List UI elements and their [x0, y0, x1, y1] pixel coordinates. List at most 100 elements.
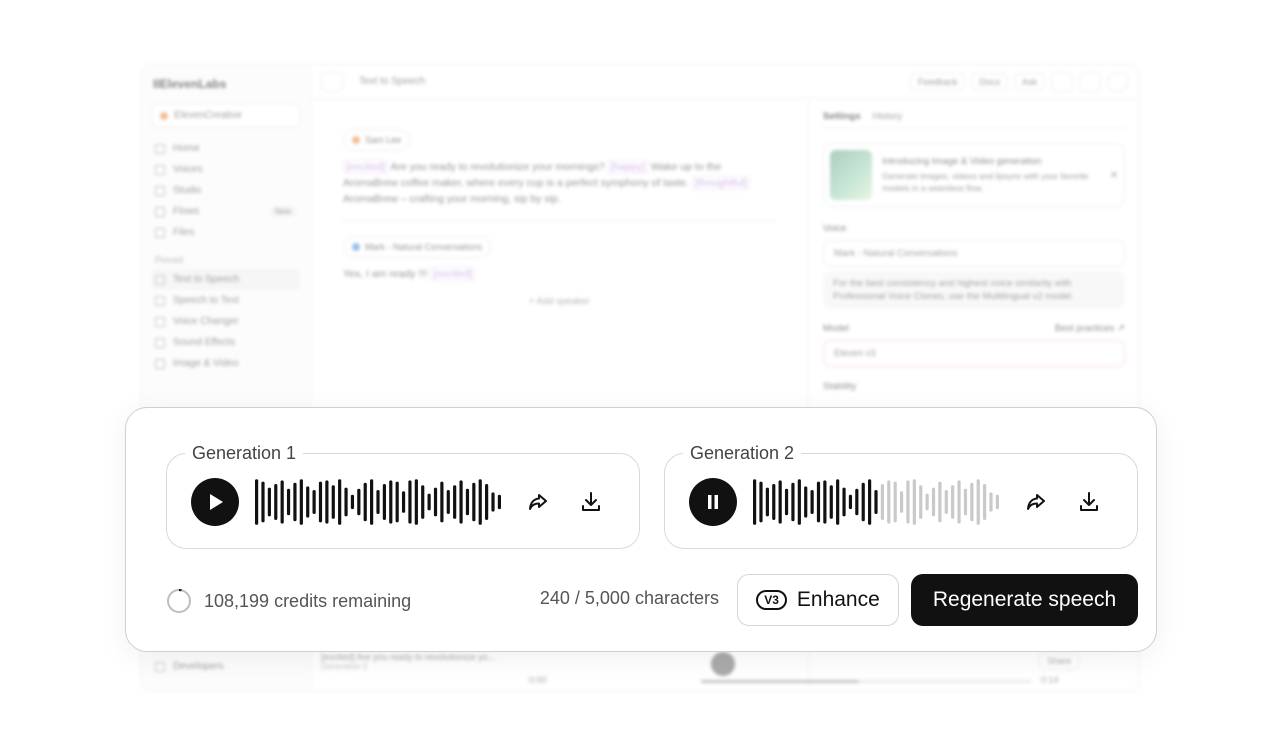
- waveform-bar: [778, 480, 782, 524]
- folder-icon[interactable]: [1051, 71, 1073, 92]
- add-speaker-button[interactable]: + Add speaker: [343, 294, 776, 310]
- waveform-bar: [382, 484, 386, 520]
- regenerate-speech-button[interactable]: Regenerate speech: [911, 574, 1138, 626]
- waveform-bar: [472, 482, 476, 522]
- sidebar-item-developers[interactable]: Developers: [151, 656, 228, 677]
- waveform-bar: [376, 490, 380, 514]
- waveform-bar: [363, 482, 367, 522]
- v3-badge: V3: [756, 590, 787, 610]
- waveform-bar: [784, 488, 789, 516]
- playback-progress-fill: [701, 680, 860, 683]
- waveform-bar: [465, 488, 470, 516]
- waveform-bar: [274, 484, 278, 520]
- ask-button[interactable]: Ask: [1013, 72, 1045, 91]
- waveform-bar: [810, 490, 814, 514]
- share-button[interactable]: Share: [1038, 652, 1079, 670]
- time-start: 0:00: [529, 675, 547, 685]
- waveform-2[interactable]: [753, 478, 999, 526]
- credits-text: 108,199 credits remaining: [204, 590, 412, 611]
- enhance-button[interactable]: V3 Enhance: [737, 574, 899, 626]
- sidebar-item-flows[interactable]: Flows New: [151, 201, 300, 222]
- flows-icon: [155, 206, 165, 217]
- waveform-bar: [299, 479, 303, 525]
- waveform-bar: [842, 487, 846, 517]
- waveform-bar: [963, 488, 968, 516]
- bell-icon[interactable]: [1079, 71, 1101, 92]
- waveform-bar: [880, 484, 884, 520]
- waveform-bar: [976, 479, 980, 525]
- download-icon[interactable]: [1077, 490, 1101, 514]
- waveform-bar: [408, 480, 412, 524]
- feedback-button[interactable]: Feedback: [909, 72, 966, 91]
- waveform-bar: [421, 485, 425, 519]
- sidebar-item-label: Developers: [173, 661, 224, 672]
- waveform-bar: [791, 482, 795, 522]
- sidebar-item-label: Voice Changer: [173, 316, 239, 327]
- playback-progress[interactable]: [701, 680, 1031, 683]
- best-practices-link[interactable]: Best practices ↗: [1055, 323, 1125, 334]
- waveform-bar: [855, 488, 859, 516]
- share-icon[interactable]: [526, 490, 550, 514]
- speaker-avatar-icon: [352, 136, 360, 144]
- play-button[interactable]: [191, 478, 239, 526]
- script-text: AromaBrew – crafting your morning, sip b…: [343, 193, 561, 205]
- studio-icon: [155, 185, 165, 196]
- sidebar-item-text-to-speech[interactable]: Text to Speech: [151, 269, 300, 290]
- speaker-1-text[interactable]: [excited] Are you ready to revolutionize…: [343, 159, 776, 207]
- image-video-icon: [155, 358, 165, 369]
- waveform-bar: [874, 490, 878, 514]
- waveform-bar: [848, 494, 853, 510]
- speaker-name: Sam Lee: [365, 135, 402, 145]
- sidebar-item-home[interactable]: Home: [151, 138, 300, 159]
- sidebar-item-sound-effects[interactable]: Sound Effects: [151, 332, 300, 353]
- app-logo: IIElevenLabs: [153, 77, 227, 91]
- waveform-bar: [286, 488, 291, 516]
- speaker-2-text[interactable]: Yes, I am ready !!! [excited]: [343, 266, 776, 282]
- script-text: Yes, I am ready !!!: [343, 268, 428, 280]
- sidebar-item-voices[interactable]: Voices: [151, 159, 300, 180]
- waveform-bar: [478, 479, 482, 525]
- tab-settings[interactable]: Settings: [823, 111, 860, 122]
- waveform-bar: [919, 485, 923, 519]
- waveform-bar: [306, 486, 310, 518]
- speaker-chip-1[interactable]: Sam Lee: [343, 129, 411, 151]
- voice-select[interactable]: Mark - Natural Conversations: [823, 240, 1125, 267]
- avatar[interactable]: [1107, 71, 1129, 92]
- play-icon: [210, 494, 223, 510]
- waveform-bar: [753, 479, 757, 525]
- sidebar-item-label: Files: [173, 227, 195, 238]
- top-bar: Text to Speech Feedback Docs Ask: [311, 65, 1139, 99]
- share-icon[interactable]: [1024, 490, 1048, 514]
- sidebar-item-speech-to-text[interactable]: Speech to Text: [151, 290, 300, 311]
- sidebar-item-label: Image & Video: [173, 358, 239, 369]
- sidebar-item-voice-changer[interactable]: Voice Changer: [151, 311, 300, 332]
- waveform-bar: [925, 493, 929, 511]
- tts-icon: [155, 274, 165, 285]
- speaker-chip-2[interactable]: Mark - Natural Conversations: [343, 236, 492, 258]
- model-select[interactable]: Eleven v3: [823, 340, 1125, 367]
- waveform-bar: [312, 490, 316, 514]
- waveform-1[interactable]: [255, 478, 501, 526]
- waveform-bar: [293, 482, 297, 522]
- waveform-bar: [759, 481, 763, 523]
- pause-button[interactable]: [689, 478, 737, 526]
- sidebar-item-files[interactable]: Files: [151, 222, 300, 243]
- sidebar-item-image-video[interactable]: Image & Video: [151, 353, 300, 374]
- tab-history[interactable]: History: [872, 111, 902, 122]
- waveform-bar: [938, 481, 942, 523]
- workspace-selector[interactable]: ElevenCreative: [151, 103, 300, 128]
- waveform-bar: [395, 481, 399, 523]
- docs-button[interactable]: Docs: [971, 72, 1008, 91]
- close-icon[interactable]: ✕: [1110, 170, 1118, 181]
- sidebar-item-studio[interactable]: Studio: [151, 180, 300, 201]
- sidebar-toggle-icon[interactable]: [321, 71, 343, 92]
- waveform-bar: [829, 485, 833, 519]
- sidebar-item-label: Flows: [173, 206, 200, 217]
- download-icon[interactable]: [579, 490, 603, 514]
- waveform-bar: [331, 485, 335, 519]
- promo-banner[interactable]: Introducing Image & Video generation Gen…: [823, 143, 1125, 207]
- waveform-bar: [887, 480, 891, 524]
- waveform-bar: [912, 479, 916, 525]
- pause-icon[interactable]: [711, 652, 735, 676]
- enhance-label: Enhance: [796, 588, 880, 611]
